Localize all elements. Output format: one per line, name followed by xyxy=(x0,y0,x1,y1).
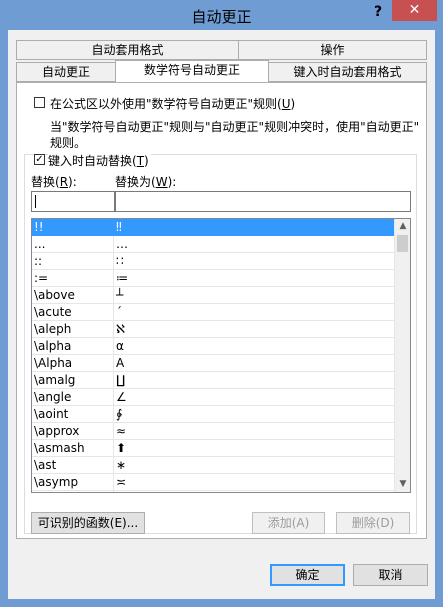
list-item-with: ┴ xyxy=(116,288,124,302)
conflict-note-line2: 规则。 xyxy=(50,136,87,150)
tab-autoformat[interactable]: 自动套用格式 xyxy=(16,40,239,60)
list-item-replace: \aleph xyxy=(34,322,72,336)
list-item-replace: \amalg xyxy=(34,373,76,387)
list-item-replace: \Alpha xyxy=(34,356,73,370)
replace-input[interactable] xyxy=(31,191,115,212)
add-button[interactable]: 添加(A) xyxy=(252,512,325,534)
scroll-up-icon[interactable]: ▲ xyxy=(395,219,410,233)
list-item-replace: !! xyxy=(34,220,44,234)
list-item-replace: :: xyxy=(34,254,43,268)
list-item-replace: := xyxy=(34,271,49,285)
list-item-replace: \acute xyxy=(34,305,72,319)
list-item-with: ∷ xyxy=(116,254,124,268)
cancel-button[interactable]: 取消 xyxy=(353,564,428,586)
delete-button[interactable]: 删除(D) xyxy=(336,512,410,534)
text-caret xyxy=(35,195,36,208)
scroll-thumb[interactable] xyxy=(397,235,408,252)
list-item-with: ∗ xyxy=(116,458,127,472)
list-item-with: ≈ xyxy=(116,424,127,438)
list-item-with: ≍ xyxy=(116,475,127,489)
list-item-with: ≔ xyxy=(116,271,128,285)
check-icon: ✓ xyxy=(35,154,44,165)
list-item-replace: \asmash xyxy=(34,441,85,455)
list-item-with: ‼ xyxy=(116,220,122,234)
tab-math-autocorrect[interactable]: 数学符号自动更正 xyxy=(115,60,269,82)
list-item[interactable]: \above ┴ xyxy=(32,287,394,304)
dialog-window: 自动更正 ? ✕ 自动套用格式 操作 自动更正 键入时自动套用格式 数学符号自动… xyxy=(0,0,443,607)
conflict-note-line1: 当"数学符号自动更正"规则与"自动更正"规则冲突时，使用"自动更正" xyxy=(50,120,420,134)
outside-math-checkbox[interactable] xyxy=(34,97,45,108)
title-bar[interactable]: 自动更正 ? ✕ xyxy=(0,0,443,30)
list-item-replace: ... xyxy=(34,237,46,251)
list-item[interactable]: \aleph ℵ xyxy=(32,321,394,338)
tab-actions[interactable]: 操作 xyxy=(238,40,427,60)
list-item[interactable]: ... … xyxy=(32,236,394,253)
tab-autocorrect[interactable]: 自动更正 xyxy=(16,62,116,82)
list-item-with: ℵ xyxy=(116,322,125,336)
list-item[interactable]: \aoint ∳ xyxy=(32,406,394,423)
list-item[interactable]: \asymp ≍ xyxy=(32,474,394,491)
ok-button[interactable]: 确定 xyxy=(270,564,345,586)
help-icon[interactable]: ? xyxy=(370,4,386,22)
list-item[interactable]: \asmash ⬆ xyxy=(32,440,394,457)
list-item[interactable]: := ≔ xyxy=(32,270,394,287)
list-item-replace: \alpha xyxy=(34,339,72,353)
list-item-with: ∳ xyxy=(116,407,123,421)
outside-math-label[interactable]: 在公式区以外使用"数学符号自动更正"规则(U) xyxy=(50,95,295,112)
replace-as-type-label[interactable]: 键入时自动替换(T) xyxy=(48,152,151,169)
vertical-scrollbar[interactable]: ▲ ▼ xyxy=(394,219,410,492)
list-item-replace: \approx xyxy=(34,424,80,438)
list-item-replace: \above xyxy=(34,288,75,302)
list-item-with: ∐ xyxy=(116,373,126,387)
list-item-replace: \asymp xyxy=(34,475,79,489)
list-item-with: ⬆ xyxy=(116,441,127,455)
replacement-list[interactable]: !! ‼...…:: ∷:= ≔ \above ┴ \acute ´ \aleph ℵ \alpha… xyxy=(31,218,411,493)
list-item[interactable]: !! ‼ xyxy=(32,219,394,236)
list-item[interactable]: \angle ∠ xyxy=(32,389,394,406)
list-item[interactable]: \acute ´ xyxy=(32,304,394,321)
replace-label: 替换(R): xyxy=(31,175,77,189)
list-item-replace: \aoint xyxy=(34,407,69,421)
with-input[interactable] xyxy=(115,191,411,212)
tab-autoformat-as-you-type[interactable]: 键入时自动套用格式 xyxy=(268,62,427,82)
list-item-with: ∠ xyxy=(116,390,127,404)
replace-as-type-checkbox[interactable]: ✓ xyxy=(34,154,45,165)
list-item-with: α xyxy=(116,339,124,353)
list-item[interactable]: \alpha α xyxy=(32,338,394,355)
recognized-functions-button[interactable]: 可识别的函数(E)... xyxy=(31,512,145,534)
list-item[interactable]: \Alpha A xyxy=(32,355,394,372)
list-item[interactable]: \ast ∗ xyxy=(32,457,394,474)
list-item-replace: \angle xyxy=(34,390,72,404)
list-item-with: A xyxy=(116,356,125,370)
close-icon[interactable]: ✕ xyxy=(392,0,437,21)
with-label: 替换为(W): xyxy=(115,175,177,189)
list-item-replace: \ast xyxy=(34,458,57,472)
dialog-client: 自动套用格式 操作 自动更正 键入时自动套用格式 数学符号自动更正 在公式区以外… xyxy=(8,30,435,599)
list-item-with: … xyxy=(116,237,128,251)
list-item[interactable]: \amalg ∐ xyxy=(32,372,394,389)
list-item[interactable]: \approx ≈ xyxy=(32,423,394,440)
scroll-down-icon[interactable]: ▼ xyxy=(395,477,410,491)
list-item-with: ´ xyxy=(116,305,122,319)
list-item[interactable]: :: ∷ xyxy=(32,253,394,270)
